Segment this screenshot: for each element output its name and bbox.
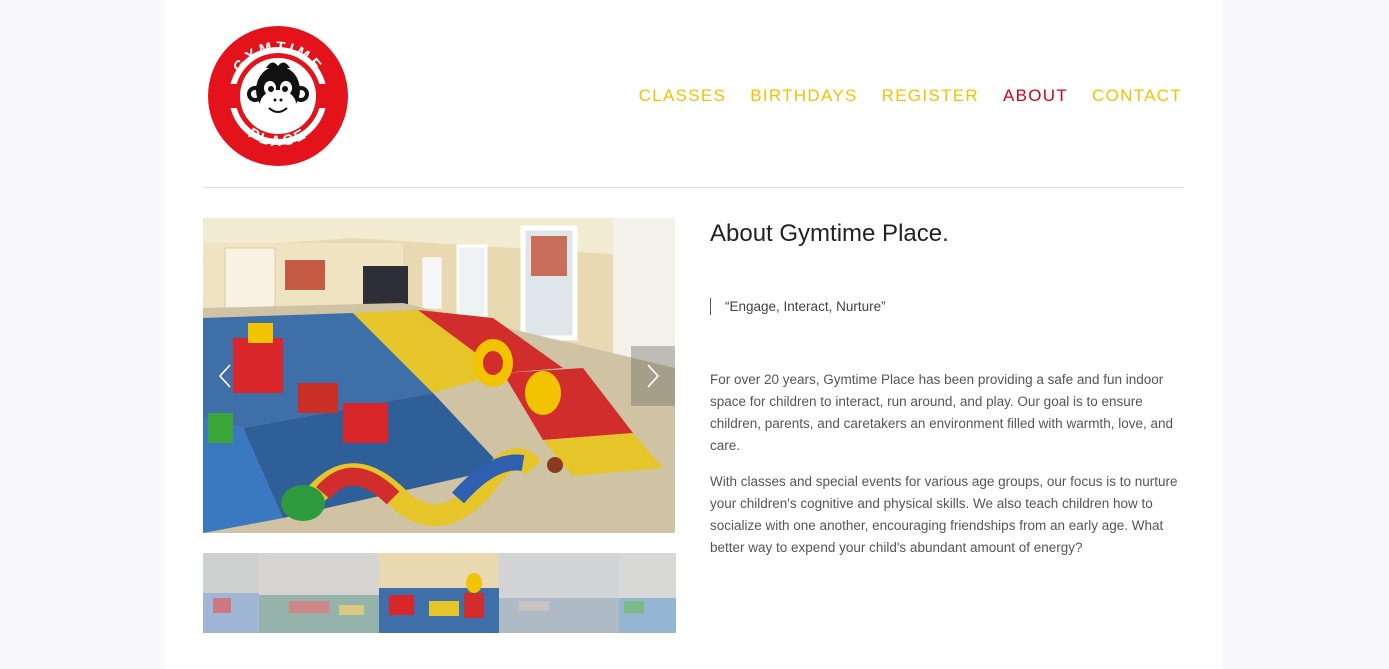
chevron-right-icon <box>647 364 660 388</box>
about-paragraph: With classes and special events for vari… <box>710 474 1178 555</box>
gallery-thumbnail[interactable] <box>619 553 676 633</box>
blockquote: “Engage, Interact, Nurture” <box>710 298 886 315</box>
slider-prev-button[interactable] <box>203 346 247 406</box>
nav-about[interactable]: ABOUT <box>1003 86 1068 106</box>
gallery-thumbnail[interactable] <box>259 553 379 633</box>
nav-register[interactable]: REGISTER <box>882 86 979 106</box>
gallery-thumbnail[interactable] <box>499 553 619 633</box>
header-divider <box>203 187 1183 188</box>
gym-room-photo <box>203 218 675 533</box>
photo-slider <box>203 218 675 533</box>
nav-contact[interactable]: CONTACT <box>1092 86 1182 106</box>
about-paragraph: For over 20 years, Gymtime Place has bee… <box>710 372 1173 453</box>
slider-next-button[interactable] <box>631 346 675 406</box>
nav-birthdays[interactable]: BIRTHDAYS <box>750 86 857 106</box>
gymtime-logo[interactable]: GYMTIME PLACE <box>206 24 350 168</box>
chevron-left-icon <box>218 364 231 388</box>
main-nav: CLASSES BIRTHDAYS REGISTER ABOUT CONTACT <box>639 86 1182 106</box>
gallery-thumbnail[interactable] <box>203 553 259 633</box>
page-title: About Gymtime Place. <box>710 220 949 247</box>
gallery-thumbnail-active[interactable] <box>379 553 499 633</box>
thumbnail-strip <box>203 553 676 633</box>
nav-classes[interactable]: CLASSES <box>639 86 727 106</box>
